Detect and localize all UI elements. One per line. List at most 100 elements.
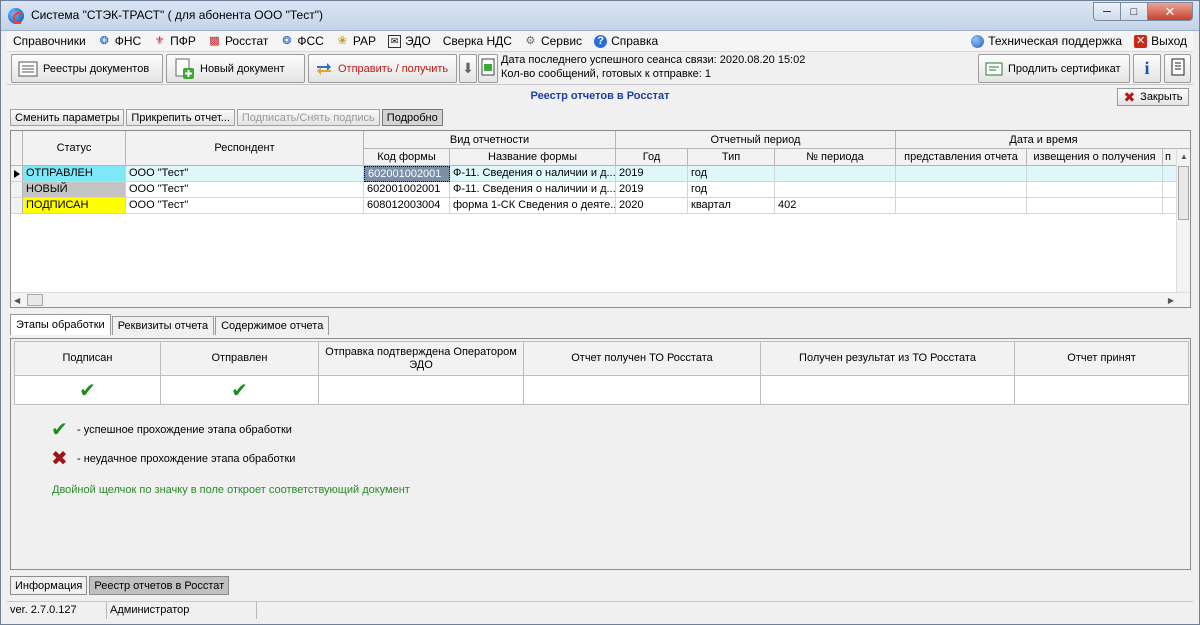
row-period-no[interactable]: 402 [775,198,896,214]
row-notice[interactable] [1027,198,1163,214]
tab-report-contents[interactable]: Содержимое отчета [215,316,330,335]
menu-fns[interactable]: ❂ ФНС [92,31,147,51]
registry-header: Реестр отчетов в Росстат ✖ Закрыть [7,86,1193,107]
row-respondent[interactable]: ООО "Тест" [126,182,364,198]
horizontal-scroll-thumb[interactable] [27,294,43,306]
row-form-name[interactable]: форма 1-СК Сведения о деяте... [450,198,616,214]
menu-help[interactable]: ? Справка [588,31,664,51]
stage-accepted-cell[interactable] [1015,376,1188,405]
maximize-button[interactable]: □ [1120,2,1147,21]
header-year[interactable]: Год [616,149,688,166]
send-receive-button[interactable]: Отправить / получить [308,54,457,83]
menu-rosstat[interactable]: ▩ Росстат [202,31,274,51]
scroll-right-icon[interactable]: ▶ [1168,296,1174,305]
row-form-code[interactable]: 602001002001 [364,166,450,182]
header-form-code[interactable]: Код формы [364,149,450,166]
menu-rar[interactable]: ❀ РАР [330,31,382,51]
stage-sent-cell[interactable]: ✔ [161,376,319,405]
vertical-scroll-thumb[interactable] [1178,166,1189,220]
row-indicator[interactable] [11,182,23,198]
row-year[interactable]: 2020 [616,198,688,214]
stage-header-result: Получен результат из ТО Росстата [761,342,1015,376]
renew-certificate-button[interactable]: Продлить сертификат [978,54,1130,83]
menu-directories[interactable]: Справочники [7,31,92,51]
registries-button[interactable]: Реестры документов [11,54,163,83]
document-pages-icon [1171,58,1185,79]
document-info-button[interactable] [1164,54,1191,83]
header-notice[interactable]: извещения о получения [1027,149,1163,166]
header-status[interactable]: Статус [23,131,126,166]
row-submitted[interactable] [896,166,1027,182]
row-respondent[interactable]: ООО "Тест" [126,166,364,182]
menu-edo[interactable]: ✉ ЭДО [382,31,437,51]
receive-documents-button[interactable] [478,54,498,83]
stage-result-cell[interactable] [761,376,1015,405]
row-type[interactable]: квартал [688,198,775,214]
pfr-icon: ⚜ [154,34,165,47]
sign-button[interactable]: Подписать/Снять подпись [236,109,380,126]
row-submitted[interactable] [896,198,1027,214]
tab-processing-stages[interactable]: Этапы обработки [10,314,111,335]
menu-vat-reconcile[interactable]: Сверка НДС [437,31,518,51]
grid-horizontal-scrollbar[interactable]: ◀ ▶ [11,292,1190,307]
header-type[interactable]: Тип [688,149,775,166]
grid-vertical-scrollbar[interactable]: ▲ [1176,150,1190,294]
row-form-code[interactable]: 608012003004 [364,198,450,214]
row-form-name[interactable]: Ф-11. Сведения о наличии и д... [450,182,616,198]
menu-support[interactable]: Техническая поддержка [965,31,1128,51]
scroll-up-icon[interactable]: ▲ [1180,152,1188,161]
scroll-left-icon[interactable]: ◀ [14,296,20,305]
attach-report-button[interactable]: Прикрепить отчет... [126,109,235,126]
info-button[interactable]: i [1133,54,1161,83]
tab-rosstat-registry[interactable]: Реестр отчетов в Росстат [89,576,230,595]
menu-bar: Справочники ❂ ФНС ⚜ ПФР ▩ Росстат ❂ ФСС ❀ РАР… [7,31,1193,51]
download-button[interactable]: ⬇ [459,54,477,83]
menu-service[interactable]: ⚙ Сервис [518,31,588,51]
row-indicator[interactable] [11,166,23,182]
stage-edo-cell[interactable] [319,376,524,405]
row-type[interactable]: год [688,182,775,198]
minimize-button[interactable]: ─ [1093,2,1120,21]
header-form-name[interactable]: Название формы [450,149,616,166]
new-document-button[interactable]: Новый документ [166,54,305,83]
menu-label: Справочники [13,34,86,48]
check-icon[interactable]: ✔ [231,381,248,401]
row-year[interactable]: 2019 [616,182,688,198]
sync-icon [315,61,333,77]
close-registry-button[interactable]: ✖ Закрыть [1117,88,1189,106]
row-submitted[interactable] [896,182,1027,198]
new-document-icon [173,58,195,80]
menu-fss[interactable]: ❂ ФСС [274,31,329,51]
row-period-no[interactable] [775,166,896,182]
certificate-icon [985,62,1003,76]
header-submitted[interactable]: представления отчета [896,149,1027,166]
edo-icon: ✉ [388,34,402,48]
row-type[interactable]: год [688,166,775,182]
row-indicator[interactable] [11,198,23,214]
check-icon[interactable]: ✔ [79,381,96,401]
header-period-no[interactable]: № периода [775,149,896,166]
row-status[interactable]: ОТПРАВЛЕН [23,166,126,182]
globe-icon [971,34,985,48]
row-respondent[interactable]: ООО "Тест" [126,198,364,214]
details-toggle[interactable]: Подробно [381,109,443,126]
row-form-code[interactable]: 602001002001 [364,182,450,198]
registry-actions: Сменить параметры Прикрепить отчет... По… [10,109,445,127]
tab-report-requisites[interactable]: Реквизиты отчета [111,316,215,335]
row-period-no[interactable] [775,182,896,198]
change-params-button[interactable]: Сменить параметры [10,109,125,126]
row-year[interactable]: 2019 [616,166,688,182]
row-notice[interactable] [1027,166,1163,182]
row-status[interactable]: НОВЫЙ [23,182,126,198]
menu-exit[interactable]: ✕ Выход [1128,31,1193,51]
menu-pfr[interactable]: ⚜ ПФР [147,31,202,51]
row-indicator-header [11,131,23,166]
row-form-name[interactable]: Ф-11. Сведения о наличии и д... [450,166,616,182]
header-respondent[interactable]: Респондент [126,131,364,166]
row-notice[interactable] [1027,182,1163,198]
close-window-button[interactable]: ✕ [1147,2,1193,21]
tab-information[interactable]: Информация [10,576,88,595]
row-status[interactable]: ПОДПИСАН [23,198,126,214]
stage-signed-cell[interactable]: ✔ [15,376,161,405]
stage-received-cell[interactable] [524,376,761,405]
